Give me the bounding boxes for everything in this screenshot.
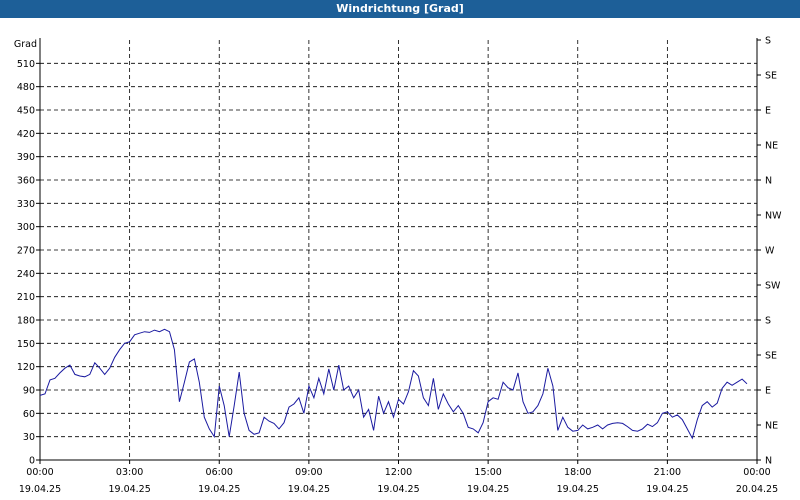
y-tick-label: 300 xyxy=(17,222,35,233)
y-tick-label: 150 xyxy=(17,339,35,350)
y-tick-label: 90 xyxy=(23,386,35,397)
x-tick-date: 19.04.25 xyxy=(198,484,240,495)
y-tick-label: 390 xyxy=(17,152,35,163)
x-axis-ticks: 00:00 19.04.25 03:00 19.04.25 06:00 19.04.25 0… xyxy=(19,460,778,495)
grid xyxy=(40,40,757,460)
y-tick-label: 0 xyxy=(29,456,35,467)
x-tick-time: 12:00 xyxy=(385,467,412,478)
y2-tick-label: E xyxy=(765,386,771,397)
wind-direction-chart: Grad 0 30 60 90 120 150 180 210 240 270 300 330 360 3… xyxy=(14,36,782,496)
x-tick-date: 20.04.25 xyxy=(736,484,778,495)
y-tick-label: 270 xyxy=(17,246,35,257)
y-axis-label: Grad xyxy=(14,39,37,50)
y-tick-label: 240 xyxy=(17,269,35,280)
x-tick-time: 03:00 xyxy=(116,467,143,478)
x-tick-date: 19.04.25 xyxy=(557,484,599,495)
y-axis-ticks: 0 30 60 90 120 150 180 210 240 270 300 330 360 390 420… xyxy=(17,59,40,467)
y-tick-label: 330 xyxy=(17,199,35,210)
x-tick-date: 19.04.25 xyxy=(467,484,509,495)
x-tick-time: 00:00 xyxy=(743,467,770,478)
x-tick-time: 00:00 xyxy=(26,467,53,478)
y2-tick-label: NE xyxy=(765,141,778,152)
x-tick-time: 18:00 xyxy=(564,467,591,478)
y2-tick-label: SE xyxy=(765,351,777,362)
y2-axis-ticks: N NE E SE S SW W NW N NE E SE S xyxy=(757,36,782,467)
y-tick-label: 120 xyxy=(17,362,35,373)
axes xyxy=(39,38,758,461)
y2-tick-label: S xyxy=(765,316,771,327)
x-tick-date: 19.04.25 xyxy=(646,484,688,495)
y2-tick-label: E xyxy=(765,106,771,117)
y-tick-label: 420 xyxy=(17,129,35,140)
y2-tick-label: NE xyxy=(765,421,778,432)
x-tick-date: 19.04.25 xyxy=(288,484,330,495)
x-tick-time: 15:00 xyxy=(474,467,501,478)
y2-tick-label: S xyxy=(765,36,771,47)
series-line xyxy=(39,328,748,440)
x-tick-date: 19.04.25 xyxy=(377,484,419,495)
chart-title: Windrichtung [Grad] xyxy=(0,0,800,18)
y2-tick-label: NW xyxy=(765,211,782,222)
y-tick-label: 450 xyxy=(17,106,35,117)
y-tick-label: 510 xyxy=(17,59,35,70)
x-tick-date: 19.04.25 xyxy=(108,484,150,495)
y2-tick-label: SW xyxy=(765,281,781,292)
y-tick-label: 60 xyxy=(23,409,35,420)
x-tick-time: 21:00 xyxy=(654,467,681,478)
y2-tick-label: W xyxy=(765,246,775,257)
y2-tick-label: SE xyxy=(765,71,777,82)
y2-tick-label: N xyxy=(765,456,772,467)
x-tick-time: 06:00 xyxy=(206,467,233,478)
x-tick-time: 09:00 xyxy=(295,467,322,478)
y2-tick-label: N xyxy=(765,176,772,187)
y-tick-label: 210 xyxy=(17,292,35,303)
y-tick-label: 180 xyxy=(17,316,35,327)
y-tick-label: 360 xyxy=(17,176,35,187)
x-tick-date: 19.04.25 xyxy=(19,484,61,495)
y-tick-label: 480 xyxy=(17,82,35,93)
y-tick-label: 30 xyxy=(23,432,35,443)
